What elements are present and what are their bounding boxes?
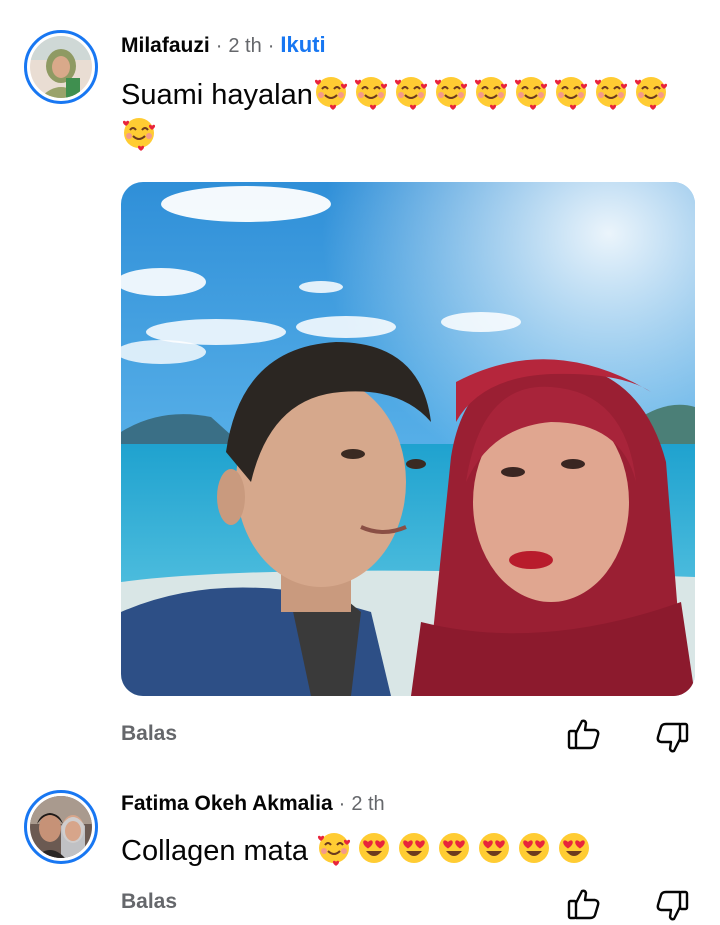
smiling-face-with-hearts-icon — [514, 77, 547, 110]
comment-meta: Milafauzi · 2 th · Ikuti — [121, 32, 326, 59]
thumbs-down-icon[interactable] — [654, 888, 690, 924]
reply-button[interactable]: Balas — [121, 722, 177, 746]
comment-time: 2 th — [351, 793, 385, 815]
smiling-face-with-hearts-icon — [314, 77, 347, 110]
avatar[interactable] — [24, 30, 98, 104]
comment-text: Suami hayalan — [121, 79, 313, 111]
comments-thread: Milafauzi · 2 th · Ikuti Suami hayalan B… — [0, 0, 720, 925]
heart-eyes-icon — [439, 833, 470, 863]
emoji-row — [316, 833, 596, 867]
comment-photo[interactable] — [121, 182, 695, 696]
comment-meta: Fatima Okeh Akmalia · 2 th — [121, 791, 385, 817]
smiling-face-with-hearts-icon — [474, 77, 507, 110]
heart-eyes-icon — [519, 833, 550, 863]
smiling-face-with-hearts-icon — [318, 833, 351, 866]
heart-eyes-icon — [359, 833, 390, 863]
comment-body: Suami hayalan — [121, 74, 701, 156]
smiling-face-with-hearts-icon — [434, 77, 467, 110]
comment-fatima: Fatima Okeh Akmalia · 2 th Collagen mata… — [0, 760, 720, 925]
separator: · — [267, 35, 275, 57]
follow-button[interactable]: Ikuti — [280, 32, 325, 58]
thumbs-down-icon[interactable] — [654, 720, 690, 756]
comment-milafauzi: Milafauzi · 2 th · Ikuti Suami hayalan B… — [0, 0, 720, 760]
smiling-face-with-hearts-icon — [354, 77, 387, 110]
smiling-face-with-hearts-icon — [634, 77, 667, 110]
heart-eyes-icon — [479, 833, 510, 863]
reply-button[interactable]: Balas — [121, 890, 177, 914]
smiling-face-with-hearts-icon — [122, 118, 156, 151]
separator: · — [215, 35, 223, 57]
smiling-face-with-hearts-icon — [554, 77, 587, 110]
heart-eyes-icon — [559, 833, 590, 863]
separator: · — [338, 793, 346, 815]
author-name[interactable]: Milafauzi — [121, 33, 210, 59]
heart-eyes-icon — [399, 833, 430, 863]
thumbs-up-icon[interactable] — [566, 716, 602, 752]
comment-text: Collagen mata — [121, 835, 308, 867]
smiling-face-with-hearts-icon — [394, 77, 427, 110]
comment-body: Collagen mata — [121, 830, 701, 871]
thumbs-up-icon[interactable] — [566, 886, 602, 922]
comment-time: 2 th — [228, 35, 262, 57]
smiling-face-with-hearts-icon — [594, 77, 627, 110]
avatar[interactable] — [24, 790, 98, 864]
author-name[interactable]: Fatima Okeh Akmalia — [121, 791, 333, 817]
